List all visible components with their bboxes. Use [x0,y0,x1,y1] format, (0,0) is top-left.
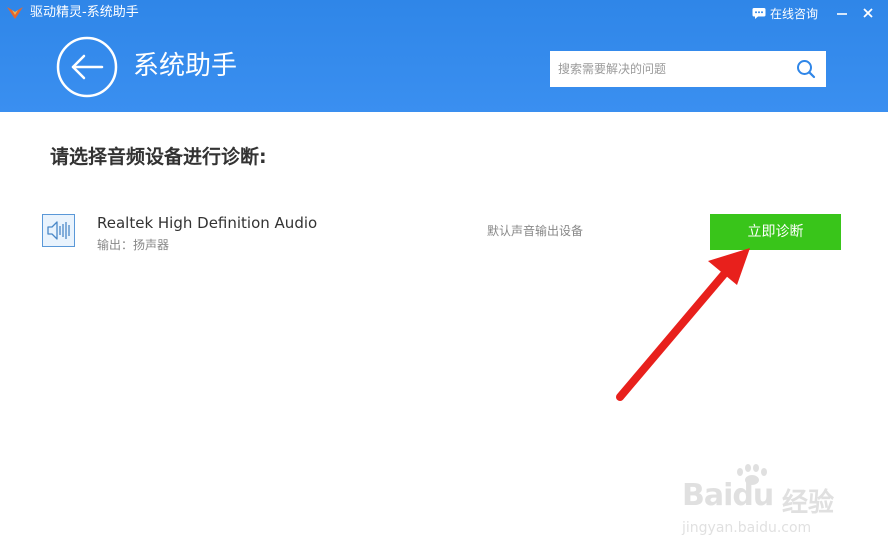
online-consult-label: 在线咨询 [770,6,819,21]
search-box [550,51,826,87]
search-input[interactable] [550,51,798,87]
app-logo-icon [7,7,23,19]
online-consult-link[interactable]: 在线咨询 [752,5,818,21]
device-status: 默认声音输出设备 [487,224,584,238]
device-output-type: 输出：扬声器 [97,238,170,252]
minimize-icon[interactable] [832,3,852,23]
watermark-brand: Baidu [682,478,774,513]
page-title: 系统助手 [133,51,238,81]
section-heading: 请选择音频设备进行诊断: [50,146,267,168]
app-title: 驱动精灵-系统助手 [30,5,139,20]
baidu-watermark: Baidu 经验 jingyan.baidu.com [674,462,844,548]
watermark-brand-cn: 经验 [782,488,835,518]
chat-bubble-icon [752,7,766,19]
close-icon[interactable] [858,3,878,23]
device-row: Realtek High Definition Audio 输出：扬声器 默认声… [0,200,888,270]
device-name: Realtek High Definition Audio [97,214,318,232]
search-icon[interactable] [796,59,816,79]
header-bar: 驱动精灵-系统助手 在线咨询 系统助手 [0,0,888,112]
diagnose-now-button[interactable]: 立即诊断 [710,214,841,250]
title-bar: 驱动精灵-系统助手 在线咨询 [0,0,888,26]
back-arrow-icon[interactable] [56,36,118,98]
speaker-icon [42,214,75,247]
watermark-url: jingyan.baidu.com [682,520,812,536]
